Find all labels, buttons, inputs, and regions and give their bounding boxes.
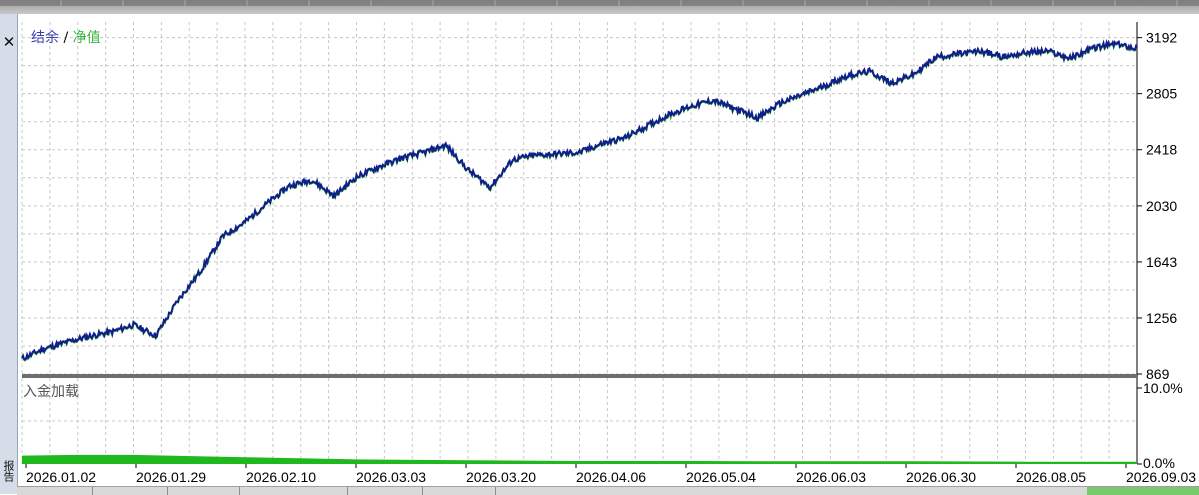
side-tab-report[interactable]: 报告 [1,460,16,494]
x-tick-label: 2026.03.20 [466,469,536,485]
y-tick-label: 2030 [1146,198,1177,214]
left-panel: ✕ 报告 [0,14,18,494]
x-axis: 2026.01.02 2026.01.29 2026.02.10 2026.03.03… [25,464,1196,485]
y-tick-label: 10.0% [1143,380,1183,396]
y-tick-label: 3192 [1146,30,1177,46]
x-tick-label: 2026.02.10 [246,469,316,485]
x-tick-label: 2026.08.05 [1016,469,1086,485]
sub-grid [21,378,1138,464]
y-tick-label: 2805 [1146,86,1177,102]
x-tick-label: 2026.06.03 [796,469,866,485]
strategy-tester-chart: 319228052418203016431256869 10.0%0.0% 20… [21,22,1196,485]
x-tick-label: 2026.01.29 [136,469,206,485]
y-tick-label: 1256 [1146,310,1177,326]
toolbar-fragment [0,0,1199,6]
y-tick-label: 2418 [1146,142,1177,158]
x-tick-label: 2026.05.04 [686,469,756,485]
x-tick-label: 2026.09.03 [1126,469,1196,485]
x-tick-label: 2026.01.02 [26,469,96,485]
x-tick-label: 2026.03.03 [356,469,426,485]
y-axis-main: 319228052418203016431256869 [1137,30,1177,382]
y-tick-label: 1643 [1146,254,1177,270]
top-toolbar [0,0,1199,14]
legend-balance: 结余 [31,29,59,46]
legend-separator: / [59,30,73,46]
x-tick-label: 2026.04.06 [576,469,646,485]
close-icon[interactable]: ✕ [2,35,16,50]
deposit-load-label: 入金加载 [23,384,79,400]
legend-equity: 净值 [73,30,101,46]
y-axis-sub: 10.0%0.0% [1137,380,1183,471]
chart-legend: 结余 / 净值 [31,29,101,46]
pane-separator[interactable] [22,374,1138,378]
x-tick-label: 2026.06.30 [906,469,976,485]
